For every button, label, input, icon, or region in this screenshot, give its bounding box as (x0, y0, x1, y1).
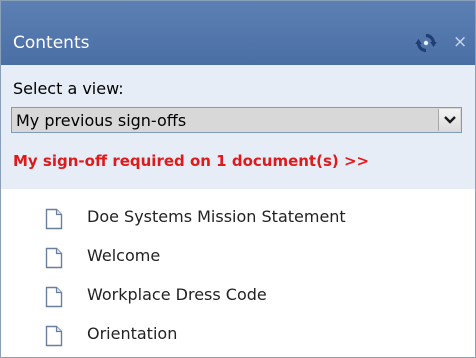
document-icon (45, 247, 63, 269)
panel-header: Contents × (1, 1, 475, 65)
view-label: Select a view: (13, 79, 124, 98)
chevron-down-icon (444, 116, 456, 124)
document-label: Doe Systems Mission Statement (87, 207, 346, 226)
contents-panel: Contents × Select a view: My previous si… (0, 0, 476, 358)
document-label: Workplace Dress Code (87, 285, 267, 304)
view-dropdown-button[interactable] (438, 109, 460, 131)
signoff-required-link[interactable]: My sign-off required on 1 document(s) >> (13, 151, 369, 171)
refresh-icon[interactable] (415, 32, 437, 54)
close-icon[interactable]: × (453, 32, 473, 52)
document-item[interactable]: Workplace Dress Code (1, 275, 475, 314)
view-dropdown-value: My previous sign-offs (16, 111, 187, 130)
document-item[interactable]: Doe Systems Mission Statement (1, 197, 475, 236)
document-icon (45, 208, 63, 230)
document-list: Doe Systems Mission Statement Welcome Wo… (1, 197, 475, 353)
document-item[interactable]: Welcome (1, 236, 475, 275)
document-icon (45, 325, 63, 347)
document-label: Orientation (87, 324, 178, 343)
panel-title: Contents (13, 33, 90, 53)
view-dropdown[interactable]: My previous sign-offs (11, 107, 462, 133)
document-label: Welcome (87, 246, 161, 265)
document-icon (45, 286, 63, 308)
view-selector-section: Select a view: My previous sign-offs My … (1, 65, 475, 189)
document-item[interactable]: Orientation (1, 314, 475, 353)
